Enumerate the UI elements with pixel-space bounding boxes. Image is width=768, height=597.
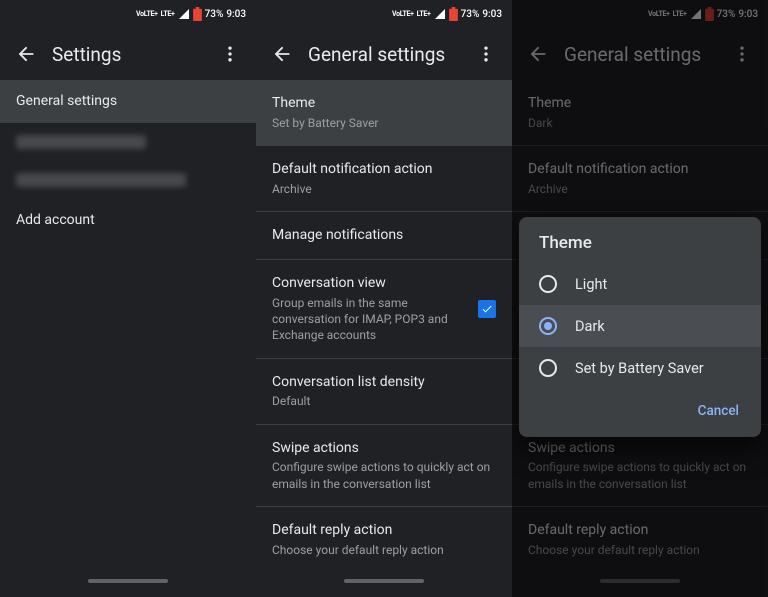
item-default-notification-action[interactable]: Default notification action Archive	[256, 146, 512, 211]
signal-icon	[178, 8, 190, 20]
row-title: Default notification action	[272, 160, 496, 179]
item-general-settings[interactable]: General settings	[0, 80, 256, 123]
status-time: 9:03	[738, 9, 758, 20]
option-label: Set by Battery Saver	[575, 360, 704, 377]
panel-settings: VoLTE+ LTE+ 73% 9:03 Settings General se…	[0, 0, 256, 597]
item-list-density[interactable]: Conversation list density Default	[256, 359, 512, 424]
battery-icon	[449, 7, 458, 21]
page-title: General settings	[308, 43, 466, 66]
status-bar: VoLTE+ LTE+ 73% 9:03	[0, 0, 256, 28]
row-title: Default reply action	[272, 521, 496, 540]
nav-pill-icon	[88, 579, 168, 583]
row-title: Default reply action	[528, 521, 752, 540]
theme-option-dark[interactable]: Dark	[519, 305, 761, 347]
radio-icon	[539, 317, 557, 335]
cancel-button[interactable]: Cancel	[688, 395, 749, 427]
row-title: Default notification action	[528, 160, 752, 179]
item-account-1[interactable]	[0, 123, 256, 161]
list-item-label: Add account	[16, 211, 95, 230]
theme-option-battery-saver[interactable]: Set by Battery Saver	[519, 347, 761, 389]
item-add-account[interactable]: Add account	[0, 199, 256, 242]
status-time: 9:03	[482, 9, 502, 20]
panel-general-settings: VoLTE+ LTE+ 73% 9:03 General settings Th…	[256, 0, 512, 597]
dialog-actions: Cancel	[519, 389, 761, 433]
item-default-notification-action[interactable]: Default notification action Archive	[512, 146, 768, 211]
row-title: Theme	[528, 94, 752, 113]
signal-icon	[434, 8, 446, 20]
radio-icon	[539, 359, 557, 377]
back-icon[interactable]	[518, 34, 558, 74]
row-subtitle: Archive	[528, 181, 752, 197]
appbar: General settings	[512, 28, 768, 80]
row-title: Swipe actions	[272, 439, 496, 458]
back-icon[interactable]	[262, 34, 302, 74]
item-swipe-actions[interactable]: Swipe actions Configure swipe actions to…	[256, 425, 512, 506]
row-subtitle: Choose your default reply action	[528, 542, 752, 558]
row-subtitle: Default	[272, 393, 496, 409]
row-subtitle: Group emails in the same conversation fo…	[272, 295, 468, 344]
row-title: Swipe actions	[528, 439, 752, 458]
row-subtitle: Set by Battery Saver	[272, 115, 496, 131]
panel-theme-dialog: VoLTE+ LTE+ 73% 9:03 General settings Th…	[512, 0, 768, 597]
status-battery-pct: 73%	[205, 9, 224, 20]
row-subtitle: Choose your default reply action	[272, 542, 496, 558]
gesture-navbar	[256, 565, 512, 597]
status-bar: VoLTE+ LTE+ 73% 9:03	[512, 0, 768, 28]
row-title: Manage notifications	[272, 226, 496, 245]
status-battery-pct: 73%	[717, 9, 736, 20]
page-title: Settings	[52, 43, 210, 66]
redacted-text	[16, 135, 146, 149]
row-title: Conversation list density	[272, 373, 496, 392]
overflow-icon[interactable]	[210, 34, 250, 74]
option-label: Light	[575, 276, 607, 293]
item-theme[interactable]: Theme Dark	[512, 80, 768, 145]
nav-pill-icon	[344, 579, 424, 583]
volte-icon: VoLTE+	[392, 11, 414, 18]
status-battery-pct: 73%	[461, 9, 480, 20]
back-icon[interactable]	[6, 34, 46, 74]
status-time: 9:03	[226, 9, 246, 20]
overflow-icon[interactable]	[466, 34, 506, 74]
option-label: Dark	[575, 318, 605, 335]
lte-icon: LTE+	[673, 11, 687, 18]
status-bar: VoLTE+ LTE+ 73% 9:03	[256, 0, 512, 28]
volte-icon: VoLTE+	[136, 11, 158, 18]
row-subtitle: Dark	[528, 115, 752, 131]
volte-icon: VoLTE+	[648, 11, 670, 18]
appbar: General settings	[256, 28, 512, 80]
gesture-navbar	[0, 565, 256, 597]
lte-icon: LTE+	[161, 11, 175, 18]
gesture-navbar	[512, 565, 768, 597]
overflow-icon[interactable]	[722, 34, 762, 74]
signal-icon	[690, 8, 702, 20]
appbar: Settings	[0, 28, 256, 80]
checkbox-conversation-view[interactable]	[478, 300, 496, 318]
item-theme[interactable]: Theme Set by Battery Saver	[256, 80, 512, 145]
row-subtitle: Archive	[272, 181, 496, 197]
item-default-reply-action[interactable]: Default reply action Choose your default…	[512, 507, 768, 565]
battery-icon	[193, 7, 202, 21]
item-default-reply-action[interactable]: Default reply action Choose your default…	[256, 507, 512, 565]
list-item-label: General settings	[16, 92, 117, 111]
row-title: Conversation view	[272, 274, 468, 293]
lte-icon: LTE+	[417, 11, 431, 18]
page-title: General settings	[564, 43, 722, 66]
dialog-title: Theme	[519, 217, 761, 263]
item-conversation-view[interactable]: Conversation view Group emails in the sa…	[256, 260, 512, 357]
item-account-2[interactable]	[0, 161, 256, 199]
theme-option-light[interactable]: Light	[519, 263, 761, 305]
item-manage-notifications[interactable]: Manage notifications	[256, 212, 512, 259]
theme-dialog: Theme Light Dark Set by Battery Saver Ca…	[519, 217, 761, 437]
row-title: Theme	[272, 94, 496, 113]
radio-icon	[539, 275, 557, 293]
redacted-text	[16, 173, 186, 187]
nav-pill-icon	[600, 579, 680, 583]
row-subtitle: Configure swipe actions to quickly act o…	[272, 459, 496, 491]
general-settings-list: Theme Set by Battery Saver Default notif…	[256, 80, 512, 565]
settings-list: General settings Add account	[0, 80, 256, 565]
row-subtitle: Configure swipe actions to quickly act o…	[528, 459, 752, 491]
battery-icon	[705, 7, 714, 21]
